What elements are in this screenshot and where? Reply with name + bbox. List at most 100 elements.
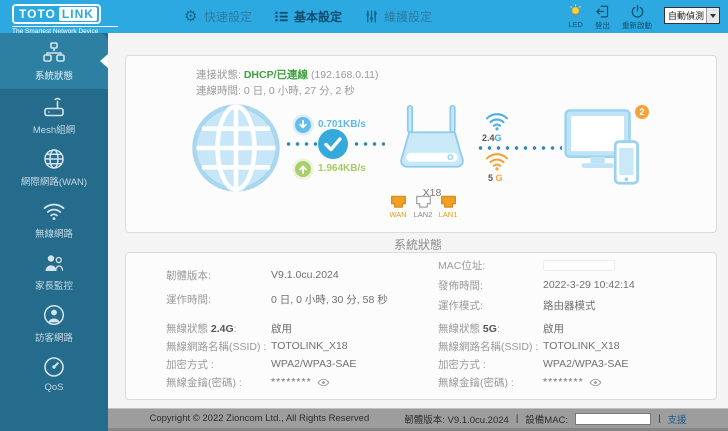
led-bulb-icon [570,4,581,17]
router-icon [400,104,464,168]
security-label: 加密方式 : [438,358,486,371]
upload-speed: 1.964KB/s [318,163,366,174]
wireless-24g-section: 無線狀態 2.4G: 啟用 無線網路名稱(SSID) : TOTOLINK_X1… [166,319,356,391]
connection-ip: (192.168.0.11) [310,69,379,81]
speedometer-icon [44,357,64,377]
tab-basic-settings[interactable]: 基本設定 [274,8,342,25]
operation-mode-value: 路由器模式 [543,299,596,312]
dropdown-arrow-icon [706,8,719,23]
sidebar-nav: 系統狀態 Mesh組網 網際網路(WAN) 無線網路 家長監控 訪客網路 QoS [0,33,108,431]
operation-mode-label: 運作模式: [438,299,483,312]
client-devices-icon [564,109,639,185]
guest-network-icon [43,304,65,326]
restart-button[interactable]: 重新啟動 [622,4,652,31]
logo-brand-right: LINK [58,7,97,21]
logo-tagline: The Smartest Network Device [12,26,118,35]
globe-icon [44,149,64,169]
sidebar-item-label: 訪客網路 [34,333,73,344]
show-password-eye-icon[interactable] [589,378,602,387]
sidebar-item-label: 無線網路 [34,229,73,240]
sidebar-item-label: QoS [44,382,64,393]
footer-bar: Copyright © 2022 Zioncom Ltd., All Right… [108,408,728,431]
device-mac-redacted [575,412,652,425]
upload-arrow-icon [292,158,314,180]
firmware-value: V9.1.0cu.2024 [271,269,339,281]
sidebar-item-wireless[interactable]: 無線網路 [0,193,108,245]
port-lan1: LAN1 [439,195,457,219]
connection-text: 連接狀態: DHCP/已連線 (192.168.0.11) 連線時間: 0 日,… [196,67,378,99]
port-lan2: LAN2 [414,195,432,219]
connection-status-card: 連接狀態: DHCP/已連線 (192.168.0.11) 連線時間: 0 日,… [125,55,717,233]
tab-quick-setup[interactable]: ⚙ 快速設定 [184,8,252,25]
header-actions: LED 登出 重新啟動 自動偵測 [568,4,728,31]
wireless-key-label: 無線金鑰(密碼) : [438,376,514,389]
footer-firmware: 韌體版本: V9.1.0cu.2024 [404,414,509,426]
tab-advanced-settings[interactable]: 維護設定 [364,8,432,25]
led-toggle-button[interactable]: LED [568,4,583,29]
sidebar-item-wan[interactable]: 網際網路(WAN) [0,141,108,193]
wireless-key-label: 無線金鑰(密碼) : [166,376,242,389]
support-link[interactable]: 支援 [668,412,687,426]
sidebar-item-label: 系統狀態 [34,71,73,82]
wireless-status-value: 啟用 [543,322,564,335]
ethernet-port-icon [415,195,431,208]
sidebar-item-system-status[interactable]: 系統狀態 [0,33,108,89]
mac-address-redacted [543,259,615,271]
connection-status-label: 連接狀態: [196,69,241,81]
footer-separator: | [515,413,519,424]
ethernet-port-icon [440,195,456,208]
ssid-value: TOTOLINK_X18 [271,340,348,352]
port-wan: WAN [389,195,407,219]
tab-label: 快速設定 [204,10,253,24]
ports-row: WAN LAN2 LAN1 [389,195,457,219]
main-content: 連接狀態: DHCP/已連線 (192.168.0.11) 連線時間: 0 日,… [108,33,728,408]
firmware-label: 韌體版本: [166,269,211,282]
main-nav: ⚙ 快速設定 基本設定 維護設定 [184,8,432,25]
connection-uptime-label: 連線時間: [196,85,241,97]
system-status-title: 系統狀態 [393,238,442,252]
sidebar-item-label: 網際網路(WAN) [20,177,88,188]
footer-copyright: Copyright © 2022 Zioncom Ltd., All Right… [149,413,370,424]
connected-check-icon [318,129,348,159]
ethernet-port-icon [390,195,406,208]
wifi-24g-icon [485,113,509,131]
sidebar-item-label: 家長監控 [34,281,73,292]
release-date-label: 發佈時間: [438,279,483,292]
wireless-key-masked: ******** [543,376,584,388]
parental-control-icon [45,255,64,271]
language-select-value: 自動偵測 [668,11,705,21]
top-header: TOTO LINK The Smartest Network Device ⚙ … [0,0,728,35]
totolink-admin-window: TOTO LINK The Smartest Network Device ⚙ … [0,0,728,431]
language-select[interactable]: 自動偵測 [664,7,720,24]
ssid-value: TOTOLINK_X18 [543,340,620,352]
wan-link-dots [284,142,317,146]
sidebar-item-parental-control[interactable]: 家長監控 [0,245,108,297]
logout-button[interactable]: 登出 [595,4,610,31]
wireless-status-label: 無線狀態 2.4G: [166,322,237,335]
logout-icon [596,5,609,18]
mac-address-label: MAC位址: [438,259,486,272]
release-date-value: 2022-3-29 10:42:14 [543,279,635,291]
system-status-card: 韌體版本: V9.1.0cu.2024 運作時間: 0 日, 0 小時, 30 … [125,252,717,400]
port-label: LAN2 [413,210,433,219]
wireless-key-masked: ******** [271,376,312,388]
client-count-badge: 2 [635,105,649,119]
system-info-right: MAC位址: 發佈時間: 2022-3-29 10:42:14 運作模式: 路由… [438,255,635,315]
sidebar-item-qos[interactable]: QoS [0,349,108,398]
restart-label: 重新啟動 [622,21,652,30]
led-label: LED [568,20,583,29]
show-password-eye-icon[interactable] [317,378,330,387]
wireless-link-dots [476,146,562,150]
uptime-label: 運作時間: [166,293,211,306]
gear-icon: ⚙ [184,8,198,25]
logout-label: 登出 [595,21,610,30]
sidebar-item-mesh[interactable]: Mesh組網 [0,89,108,141]
security-value: WPA2/WPA3-SAE [543,358,629,370]
topology-icon [43,42,65,62]
system-info-left: 韌體版本: V9.1.0cu.2024 運作時間: 0 日, 0 小時, 30 … [166,263,388,311]
sidebar-item-guest-network[interactable]: 訪客網路 [0,297,108,349]
tab-label: 基本設定 [294,10,343,24]
internet-globe-icon [192,104,280,192]
download-arrow-icon [292,114,314,136]
footer-separator: | [658,413,661,424]
